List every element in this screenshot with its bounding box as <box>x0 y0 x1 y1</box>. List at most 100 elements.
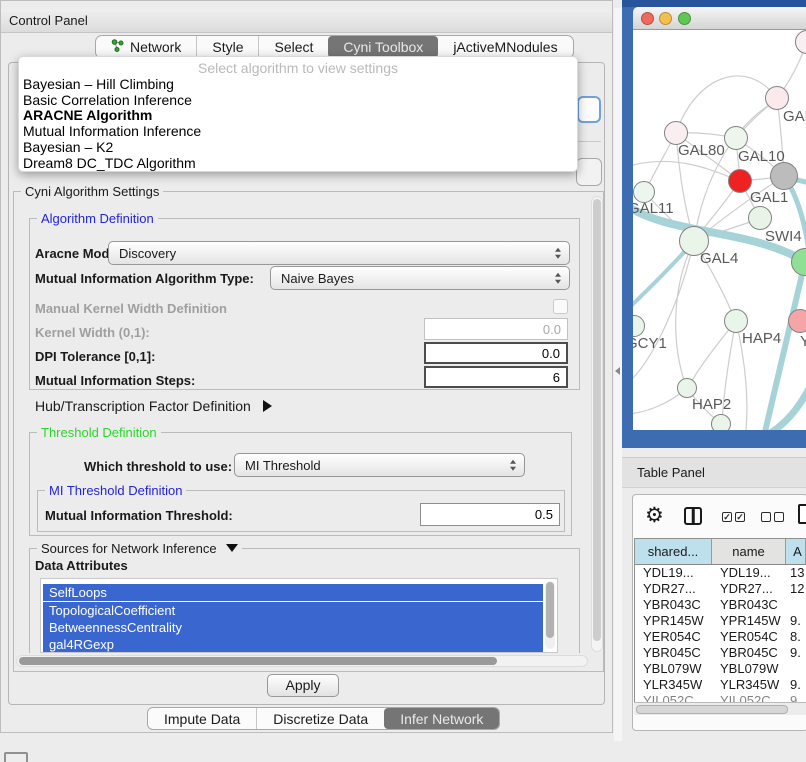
node-label-hap4: HAP4 <box>742 330 781 347</box>
tab-jactivemnodules-label: jActiveMNodules <box>453 39 557 55</box>
table-panel-titlebar: Table Panel <box>622 457 806 488</box>
network-graph-icon <box>111 39 124 55</box>
cell: 9. <box>786 613 806 629</box>
node-gray[interactable] <box>770 162 798 190</box>
cell <box>786 597 806 613</box>
tab-discretize-data[interactable]: Discretize Data <box>256 708 384 729</box>
cell: YBR043C <box>712 597 786 613</box>
kernel-width-label: Kernel Width (0,1): <box>35 325 150 340</box>
deselect-all-checkbox-icon-2[interactable] <box>774 512 784 522</box>
aracne-mode-combobox[interactable]: Discovery <box>108 241 570 265</box>
mi-type-combobox[interactable]: Naive Bayes <box>270 266 570 290</box>
tab-style[interactable]: Style <box>196 36 258 58</box>
node-gal10[interactable] <box>724 126 748 150</box>
mi-steps-field[interactable] <box>424 366 568 388</box>
node-gal-partial[interactable] <box>765 86 789 110</box>
node-label-gal10: GAL10 <box>738 148 785 165</box>
table-row[interactable]: YDR27... YDR27... 12 <box>635 581 806 597</box>
gear-icon[interactable]: ⚙ <box>645 505 664 526</box>
manual-kernel-checkbox[interactable] <box>553 299 568 314</box>
column-header-partial[interactable]: A <box>786 539 806 564</box>
tab-network[interactable]: Network <box>96 36 196 58</box>
mi-type-value: Naive Bayes <box>281 271 354 286</box>
threshold-definition-legend: Threshold Definition <box>37 425 161 440</box>
settings-vertical-scrollbar[interactable] <box>591 196 603 652</box>
mi-threshold-field[interactable] <box>420 503 560 526</box>
cell: 8. <box>786 629 806 645</box>
cell <box>786 661 806 677</box>
tab-cyni-toolbox-label: Cyni Toolbox <box>343 39 423 55</box>
tab-discretize-data-label: Discretize Data <box>273 711 368 727</box>
node-bottom-partial[interactable] <box>711 414 731 430</box>
select-all-checkbox-icon-2[interactable]: ✓ <box>735 512 745 522</box>
network-window-titlebar[interactable] <box>633 7 806 30</box>
list-vertical-scrollbar[interactable] <box>545 581 555 649</box>
document-icon[interactable] <box>798 504 806 524</box>
deselect-all-checkbox-icon[interactable] <box>761 512 771 522</box>
node-label-gal: GAL <box>783 108 806 125</box>
popup-item-basic-correlation[interactable]: Basic Correlation Inference <box>19 93 577 109</box>
manual-kernel-label: Manual Kernel Width Definition <box>35 301 227 316</box>
column-header-shared-name[interactable]: shared... <box>635 539 712 564</box>
table-row[interactable]: YBL079W YBL079W <box>635 661 806 677</box>
tab-select-label: Select <box>274 39 313 55</box>
cell: YLR345W <box>635 677 712 693</box>
apply-button[interactable]: Apply <box>267 674 339 697</box>
which-threshold-combobox[interactable]: MI Threshold <box>234 453 525 477</box>
close-traffic-light[interactable] <box>641 12 654 25</box>
columns-icon[interactable] <box>684 507 702 525</box>
kernel-width-field[interactable] <box>424 318 568 340</box>
list-item-betweennesscentrality[interactable]: BetweennessCentrality <box>43 619 543 636</box>
popup-item-dream8[interactable]: Dream8 DC_TDC Algorithm <box>19 156 577 172</box>
node-swi4[interactable] <box>748 206 772 230</box>
table-row[interactable]: YER054C YER054C 8. <box>635 629 806 645</box>
list-item-selfloops[interactable]: SelfLoops <box>43 584 543 601</box>
table-horizontal-scrollbar[interactable] <box>634 702 806 715</box>
node-label-gal4: GAL4 <box>700 250 738 267</box>
tab-cyni-toolbox[interactable]: Cyni Toolbox <box>328 36 438 58</box>
tab-infer-network[interactable]: Infer Network <box>384 708 499 729</box>
cell: YER054C <box>635 629 712 645</box>
dpi-tolerance-field[interactable] <box>424 342 568 364</box>
taskbar-network-icon[interactable] <box>4 752 28 762</box>
cell: 12 <box>786 581 806 597</box>
tab-impute-data-label: Impute Data <box>164 711 240 727</box>
settings-horizontal-scrollbar[interactable] <box>16 655 588 667</box>
list-item-gal4rgexp[interactable]: gal4RGexp <box>43 636 543 653</box>
table-row[interactable]: YLR345W YLR345W 9. <box>635 677 806 693</box>
sources-legend[interactable]: Sources for Network Inference <box>37 541 242 556</box>
list-item-topologicalcoefficient[interactable]: TopologicalCoefficient <box>43 602 543 619</box>
node-hap2[interactable] <box>677 378 697 398</box>
zoom-traffic-light[interactable] <box>678 12 691 25</box>
cell: 9. <box>786 677 806 693</box>
cell: YBR043C <box>635 597 712 613</box>
table-row[interactable]: YPR145W YPR145W 9. <box>635 613 806 629</box>
cell: YBR045C <box>635 645 712 661</box>
tab-impute-data[interactable]: Impute Data <box>148 708 256 729</box>
popup-item-bayesian-k2[interactable]: Bayesian – K2 <box>19 140 577 156</box>
inference-algorithm-combobox-edge[interactable] <box>577 96 601 123</box>
tab-select[interactable]: Select <box>258 36 328 58</box>
bottom-tabbar: Impute Data Discretize Data Infer Networ… <box>147 707 500 730</box>
node-y-partial[interactable] <box>788 309 806 333</box>
table-row[interactable]: YBR045C YBR045C 9. <box>635 645 806 661</box>
column-header-name[interactable]: name <box>712 539 786 564</box>
table-row[interactable]: YDL19... YDL19... 13 <box>635 565 806 581</box>
node-label-gcy1: GCY1 <box>633 335 667 352</box>
tab-jactivemnodules[interactable]: jActiveMNodules <box>438 36 572 58</box>
popup-item-aracne[interactable]: ARACNE Algorithm <box>19 108 577 124</box>
table-row[interactable]: YBR043C YBR043C <box>635 597 806 613</box>
popup-item-mutual-information[interactable]: Mutual Information Inference <box>19 124 577 140</box>
minimize-traffic-light[interactable] <box>659 12 672 25</box>
node-label-gal11: GAL11 <box>633 200 674 217</box>
splitter-collapse-icon[interactable] <box>615 367 620 375</box>
cell: YBR045C <box>712 645 786 661</box>
node-gal1[interactable] <box>728 169 752 193</box>
select-all-checkbox-icon[interactable]: ✓ <box>722 512 732 522</box>
node-label-y: Y <box>800 333 806 350</box>
cell: 13 <box>786 565 806 581</box>
combo-arrows-icon <box>510 460 516 471</box>
hub-definition-disclosure[interactable]: Hub/Transcription Factor Definition <box>35 398 272 414</box>
popup-item-bayesian-hill-climbing[interactable]: Bayesian – Hill Climbing <box>19 77 577 93</box>
tab-infer-network-label: Infer Network <box>400 711 483 727</box>
